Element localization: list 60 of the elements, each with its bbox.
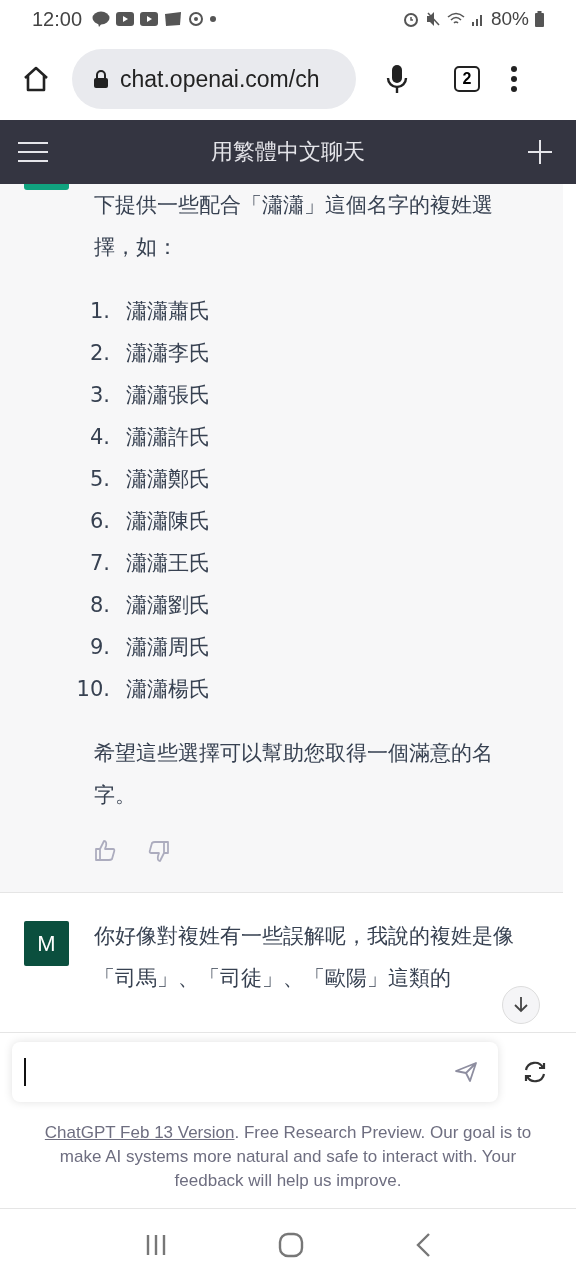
list-item-text: 瀟瀟蕭氏 (126, 298, 210, 325)
scroll-down-button[interactable] (502, 986, 540, 1024)
list-number: 4. (88, 425, 110, 449)
version-link[interactable]: ChatGPT Feb 13 Version (44, 1123, 235, 1142)
assistant-avatar (24, 184, 69, 190)
list-number: 9. (88, 635, 110, 659)
recent-apps-icon[interactable] (145, 1234, 168, 1256)
list-item-text: 瀟瀟王氏 (126, 550, 210, 577)
tab-count-button[interactable]: 2 (454, 66, 480, 92)
microphone-icon[interactable] (386, 64, 408, 94)
battery-icon (535, 11, 544, 27)
list-number: 6. (88, 509, 110, 533)
list-item-text: 瀟瀟劉氏 (126, 592, 210, 619)
mute-icon (424, 11, 441, 27)
user-avatar: M (24, 921, 69, 966)
list-item-text: 瀟瀟鄭氏 (126, 466, 210, 493)
ring-icon (188, 11, 205, 27)
play-icon (140, 12, 159, 26)
wifi-icon (446, 12, 465, 26)
menu-icon[interactable] (18, 141, 48, 163)
arrow-down-icon (514, 997, 528, 1013)
dot-icon (210, 16, 217, 22)
thumbs-down-icon[interactable] (148, 840, 170, 862)
signal-icon (470, 12, 485, 26)
list-number: 2. (88, 341, 110, 365)
home-button-icon[interactable] (278, 1232, 304, 1258)
message-text: 下提供一些配合「瀟瀟」這個名字的複姓選擇，如： (94, 192, 494, 261)
lock-icon (94, 70, 108, 88)
new-chat-icon[interactable] (528, 140, 552, 164)
list-number: 10. (76, 677, 110, 701)
play-icon (116, 12, 135, 26)
list-item-text: 瀟瀟陳氏 (126, 508, 210, 535)
list-number: 3. (88, 383, 110, 407)
list-item-text: 瀟瀟周氏 (126, 634, 210, 661)
chat-title: 用繁體中文聊天 (211, 138, 365, 166)
message-input[interactable] (12, 1042, 498, 1102)
chat-bubble-icon (92, 11, 111, 27)
status-time: 12:00 (32, 7, 83, 31)
regenerate-icon[interactable] (522, 1061, 548, 1083)
thumbs-up-icon[interactable] (94, 840, 116, 862)
list-item-text: 瀟瀟楊氏 (126, 676, 210, 703)
message-text: 希望這些選擇可以幫助您取得一個滿意的名字。 (94, 740, 494, 809)
address-bar[interactable]: chat.openai.com/ch (72, 49, 356, 109)
list-number: 1. (88, 299, 110, 323)
list-item-text: 瀟瀟李氏 (126, 340, 210, 367)
list-item-text: 瀟瀟許氏 (126, 424, 210, 451)
url-text: chat.openai.com/ch (120, 65, 320, 93)
alarm-icon (402, 11, 419, 27)
back-icon[interactable] (414, 1232, 431, 1258)
list-number: 5. (88, 467, 110, 491)
home-icon[interactable] (22, 65, 50, 93)
battery-percent: 80% (490, 8, 529, 30)
send-icon[interactable] (454, 1061, 478, 1083)
list-number: 7. (88, 551, 110, 575)
disclaimer-text: ChatGPT Feb 13 Version. Free Research Preview. Our goal is to make AI systems more natural and safe to interact with. Your feedback will help us improve. (0, 1111, 576, 1209)
list-number: 8. (88, 593, 110, 617)
list-item-text: 瀟瀟張氏 (126, 382, 210, 409)
more-menu-icon[interactable] (510, 66, 518, 92)
text-cursor (24, 1058, 26, 1086)
message-text: 你好像對複姓有一些誤解呢，我說的複姓是像「司馬」、「司徒」、「歐陽」這類的 (94, 923, 515, 992)
